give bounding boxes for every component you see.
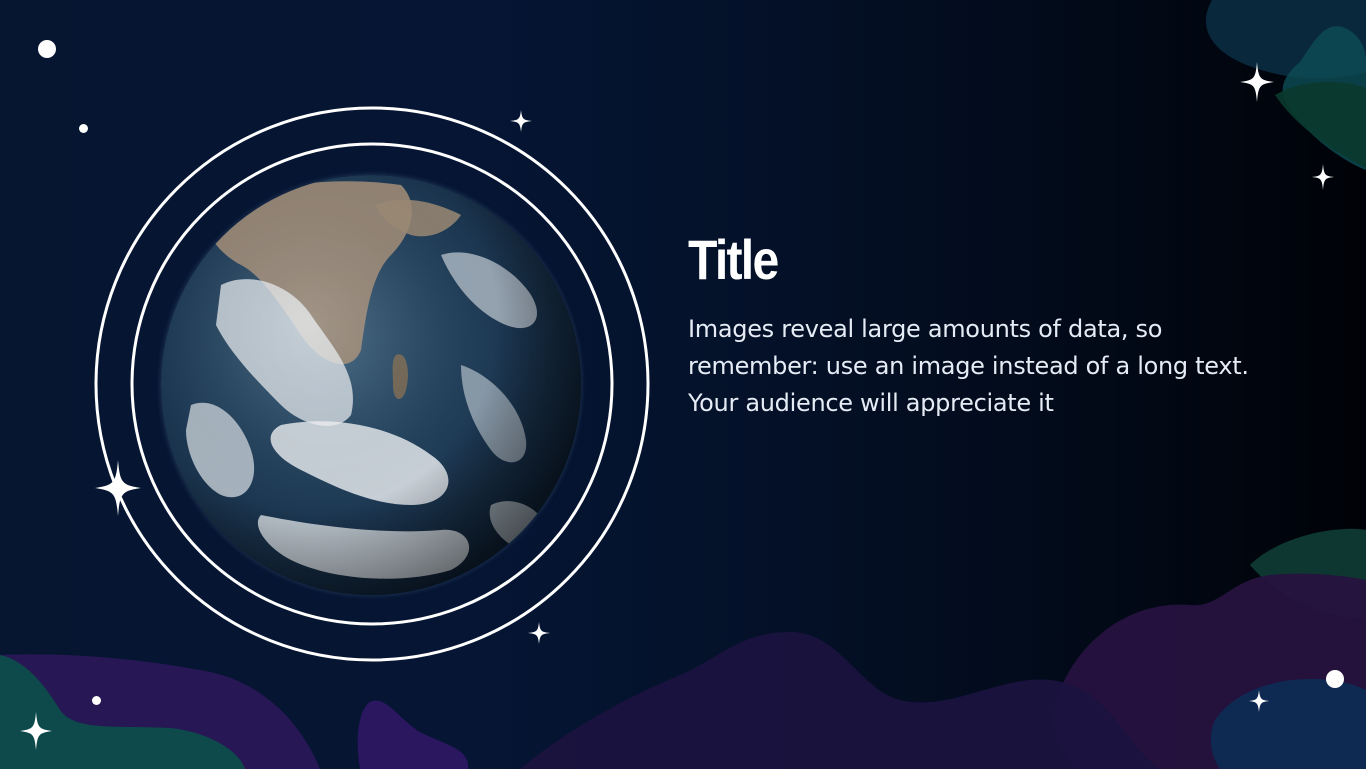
sparkle-icon — [1249, 690, 1269, 712]
sparkle-icon — [528, 622, 550, 644]
sparkle-icon — [510, 110, 532, 132]
earth-image — [161, 175, 581, 595]
slide-title: Title — [688, 228, 779, 291]
blob-bottom-purple-small — [357, 700, 469, 769]
sparkle-icon — [1312, 164, 1334, 190]
sparkle-icon — [95, 460, 141, 516]
white-dot-icon — [79, 124, 88, 133]
white-dot-icon — [1326, 670, 1344, 688]
slide-body-text: Images reveal large amounts of data, so … — [688, 315, 1249, 417]
slide: Title Images reveal large amounts of dat… — [0, 0, 1366, 769]
white-dot-icon — [38, 40, 56, 58]
blob-top-right-green — [1275, 81, 1366, 168]
white-dot-icon — [92, 696, 101, 705]
sparkle-icon — [1240, 62, 1274, 102]
sparkle-icon — [20, 712, 52, 750]
